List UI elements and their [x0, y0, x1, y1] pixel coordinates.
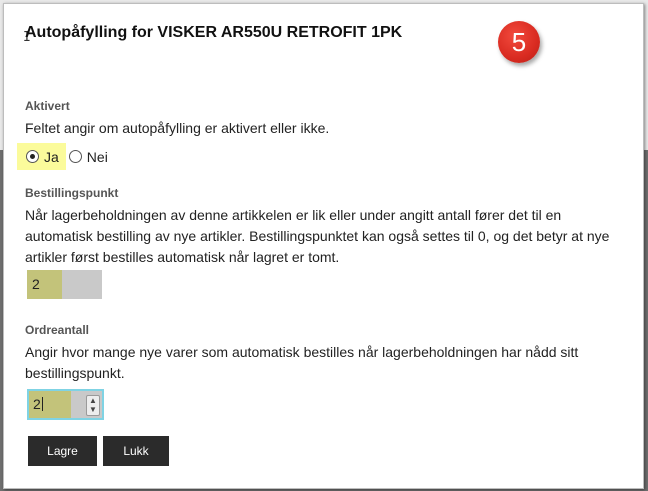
- ordreantall-description: Angir hvor mange nye varer som automatis…: [25, 344, 579, 381]
- radio-checked-icon[interactable]: [26, 150, 39, 163]
- step-badge: 5: [498, 21, 540, 63]
- bestillingspunkt-description: Når lagerbeholdningen av denne artikkele…: [25, 207, 610, 265]
- autofill-dialog: I Autopåfylling for VISKER AR550U RETROF…: [3, 3, 644, 489]
- close-button[interactable]: Lukk: [103, 436, 169, 466]
- bestillingspunkt-value: 2: [32, 276, 40, 292]
- ordreantall-label: Ordreantall: [25, 323, 90, 337]
- spin-buttons[interactable]: ▲ ▼: [86, 395, 100, 416]
- chevron-up-icon[interactable]: ▲: [87, 396, 99, 405]
- bestillingspunkt-label: Bestillingspunkt: [25, 186, 119, 200]
- ordreantall-stepper[interactable]: 2 ▲ ▼: [27, 389, 104, 420]
- aktivert-description: Feltet angir om autopåfylling er aktiver…: [25, 120, 330, 136]
- bestillingspunkt-field[interactable]: 2: [27, 270, 102, 299]
- radio-ja[interactable]: Ja: [17, 143, 66, 170]
- ordreantall-value-wrap: 2: [33, 396, 43, 412]
- radio-ja-label: Ja: [44, 148, 59, 165]
- ordreantall-value: 2: [33, 396, 41, 412]
- radio-nei[interactable]: Nei: [66, 143, 108, 170]
- dialog-title: Autopåfylling for VISKER AR550U RETROFIT…: [25, 24, 403, 41]
- radio-nei-label: Nei: [86, 148, 108, 165]
- chevron-down-icon[interactable]: ▼: [87, 405, 99, 414]
- radio-unchecked-icon[interactable]: [68, 150, 82, 163]
- aktivert-label: Aktivert: [25, 99, 70, 113]
- save-button[interactable]: Lagre: [28, 436, 97, 466]
- text-caret: [41, 397, 43, 411]
- aktivert-radio-group: Ja Nei: [17, 143, 108, 170]
